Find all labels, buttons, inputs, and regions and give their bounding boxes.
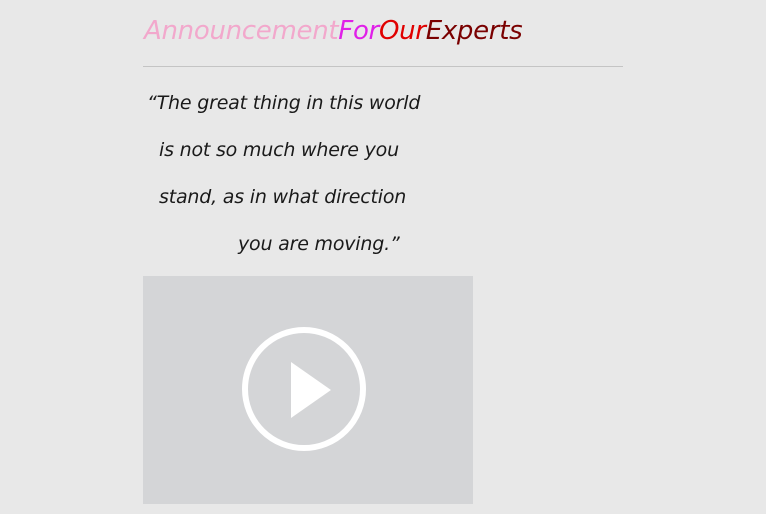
quote-line: you are moving.” <box>238 233 400 255</box>
title-word-experts: Experts <box>425 16 523 46</box>
title-word-announcement: Announcement <box>144 16 339 46</box>
quote-line: is not so much where you <box>159 139 399 161</box>
page-title: AnnouncementForOurExperts <box>144 14 523 48</box>
quote-line: stand, as in what direction <box>159 186 407 208</box>
title-word-for: For <box>338 16 379 46</box>
title-divider <box>143 66 623 67</box>
play-icon[interactable] <box>241 326 367 452</box>
quote-line: “The great thing in this world <box>147 92 421 114</box>
video-player[interactable] <box>143 276 473 504</box>
title-word-our: Our <box>378 16 426 46</box>
page: AnnouncementForOurExperts “The great thi… <box>0 0 766 514</box>
